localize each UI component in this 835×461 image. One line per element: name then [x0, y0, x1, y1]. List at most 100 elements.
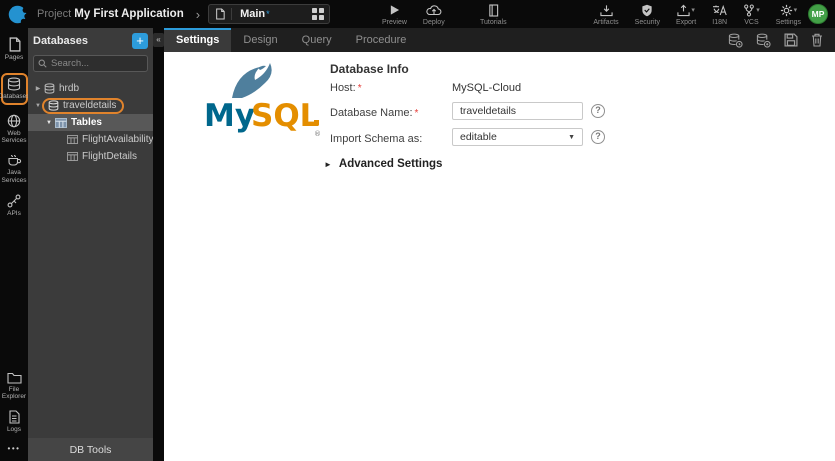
cloud-upload-icon: [426, 3, 442, 17]
required-asterisk: *: [357, 83, 362, 94]
import-schema-label: Import Schema as:: [330, 133, 423, 145]
branch-icon: [743, 4, 755, 17]
tree-item-hrdb[interactable]: ▶ hrdb: [28, 80, 153, 97]
database-icon: [48, 99, 59, 111]
wavemaker-logo-icon: [8, 5, 28, 24]
help-icon[interactable]: ?: [591, 104, 605, 118]
tab-bar: Settings Design Query Procedure: [164, 28, 835, 52]
panel-title: Databases: [33, 34, 89, 47]
pages-grid-icon[interactable]: [312, 8, 325, 20]
db-tools-button[interactable]: DB Tools: [28, 438, 153, 461]
export-caret-icon: ▾: [691, 7, 695, 14]
export-label: Export: [675, 19, 697, 26]
user-avatar[interactable]: MP: [808, 4, 828, 24]
save-icon[interactable]: [784, 33, 798, 47]
selected-option: editable: [460, 131, 497, 143]
file-explorer-label: File Explorer: [1, 385, 27, 401]
tree-item-tables[interactable]: ▼ Tables: [28, 114, 153, 131]
db-reimport-icon[interactable]: [728, 33, 743, 48]
add-database-button[interactable]: +: [132, 32, 148, 49]
table-icon: [67, 152, 78, 161]
vcs-caret-icon: ▾: [756, 7, 760, 14]
api-connector-icon: [7, 194, 21, 208]
sidebar-item-web-services[interactable]: Web Services: [0, 114, 28, 146]
coffee-cup-icon: [7, 154, 22, 167]
project-label: Project: [37, 8, 72, 20]
sidebar-item-file-explorer[interactable]: File Explorer: [0, 372, 28, 402]
apis-label: APIs: [7, 209, 21, 217]
globe-icon: [7, 114, 21, 128]
artifacts-button[interactable]: Artifacts: [593, 3, 619, 26]
databases-highlight-annotation: Databases: [0, 72, 30, 105]
select-caret-icon: ▼: [568, 133, 575, 141]
tree-label: Tables: [71, 117, 102, 128]
tab-design[interactable]: Design: [231, 28, 289, 52]
sidebar-item-logs[interactable]: Logs: [0, 410, 28, 434]
tab-procedure[interactable]: Procedure: [344, 28, 419, 52]
i18n-label: I18N: [712, 19, 728, 26]
security-label: Security: [634, 19, 660, 26]
database-name-input[interactable]: [452, 102, 583, 120]
sidebar-item-databases[interactable]: Databases: [0, 72, 30, 105]
security-button[interactable]: Security: [635, 3, 660, 26]
i18n-button[interactable]: I18N: [712, 3, 727, 26]
collapse-chevron-icon[interactable]: ▼: [44, 120, 54, 126]
deploy-button[interactable]: Deploy: [423, 3, 445, 26]
database-name-label: Database Name: *: [330, 107, 419, 119]
advanced-settings-toggle[interactable]: ► Advanced Settings: [324, 158, 442, 170]
export-button[interactable]: ▾ Export: [676, 3, 696, 26]
java-services-label: Java Services: [1, 169, 27, 184]
translate-icon: [712, 3, 727, 17]
left-sidebar: Pages Databases Web Services Java Servic…: [0, 28, 30, 461]
sidebar-item-pages[interactable]: Pages: [0, 37, 28, 62]
vcs-label: VCS: [744, 19, 759, 26]
collapse-panel-icon[interactable]: «: [153, 33, 164, 47]
tree-label: FlightAvailability: [82, 134, 154, 145]
tab-query[interactable]: Query: [290, 28, 344, 52]
tab-settings[interactable]: Settings: [164, 28, 232, 52]
db-update-icon[interactable]: [756, 33, 771, 48]
expand-chevron-icon[interactable]: ▶: [33, 85, 43, 92]
search-input[interactable]: [51, 58, 143, 69]
database-icon: [44, 83, 55, 94]
settings-content: My SQL ® Database Info Host: * MySQL-Clou…: [164, 52, 835, 461]
import-schema-select[interactable]: editable ▼: [452, 128, 583, 146]
svg-text:My: My: [204, 98, 255, 134]
gear-icon: [780, 4, 793, 17]
tree-item-traveldetails[interactable]: ▼ traveldetails: [28, 97, 153, 114]
web-services-label: Web Services: [1, 129, 27, 145]
tutorials-button[interactable]: Tutorials: [480, 3, 507, 26]
sidebar-item-apis[interactable]: APIs: [0, 194, 28, 218]
database-search[interactable]: [33, 55, 148, 72]
logs-document-icon: [8, 410, 20, 424]
breadcrumb-chevron-icon: ›: [195, 6, 201, 22]
settings-button[interactable]: ▾ Settings: [776, 3, 801, 26]
vcs-button[interactable]: ▾ VCS: [743, 3, 760, 26]
advanced-settings-label: Advanced Settings: [338, 158, 443, 170]
mysql-logo: My SQL ®: [204, 63, 321, 138]
pages-label: Pages: [4, 54, 24, 61]
pages-file-icon: [8, 37, 21, 52]
preview-button[interactable]: Preview: [382, 3, 407, 26]
upload-tray-icon: [677, 4, 690, 17]
logs-label: Logs: [6, 426, 22, 434]
panel-splitter[interactable]: «: [153, 28, 164, 461]
preview-label: Preview: [382, 19, 407, 26]
tree-item-flightdetails[interactable]: FlightDetails: [28, 148, 153, 165]
main-area: Settings Design Query Procedure My SQL ®…: [164, 28, 835, 461]
download-tray-icon: [599, 3, 613, 17]
traveldetails-highlight-annotation: traveldetails: [42, 97, 125, 114]
page-selector[interactable]: Main *: [208, 4, 331, 24]
delete-icon[interactable]: [811, 33, 823, 47]
sidebar-item-java-services[interactable]: Java Services: [0, 154, 28, 185]
tree-item-flightavailability[interactable]: FlightAvailability: [28, 131, 154, 148]
tree-label: hrdb: [59, 83, 80, 94]
host-value: MySQL-Cloud: [452, 82, 522, 94]
folder-icon: [6, 372, 22, 384]
svg-text:SQL: SQL: [251, 98, 319, 134]
more-icon[interactable]: •••: [8, 444, 21, 453]
databases-panel: Databases + ▶ hrdb ▼: [28, 28, 154, 461]
help-icon[interactable]: ?: [591, 130, 605, 144]
tutorials-label: Tutorials: [480, 19, 507, 26]
tree-label: FlightDetails: [82, 151, 138, 162]
